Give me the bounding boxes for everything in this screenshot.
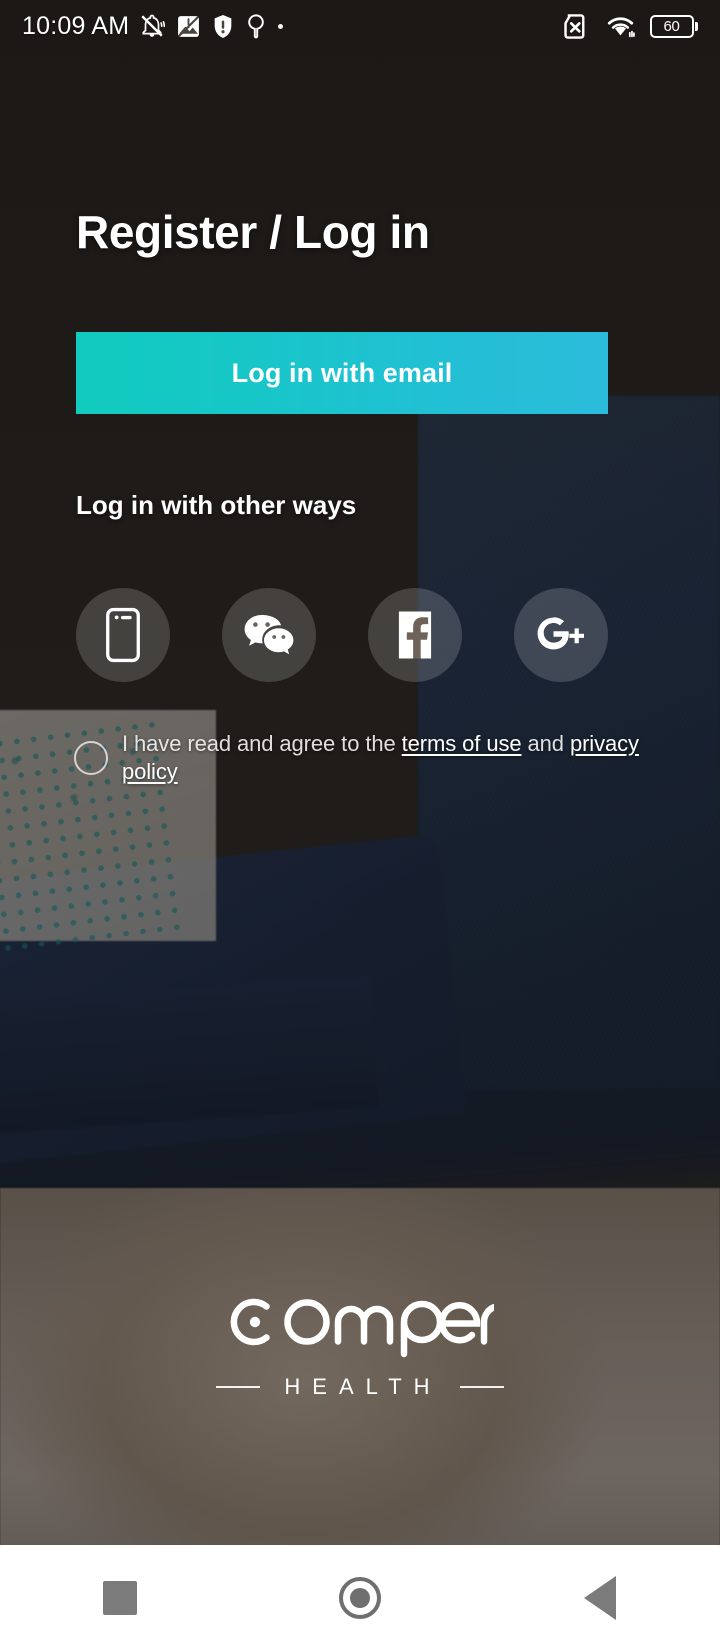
google-plus-icon [537,617,584,650]
login-screen: 10:09 AM 60 Register / Log in Log in wit… [0,0,720,1650]
terms-of-use-link[interactable]: terms of use [402,731,522,756]
facebook-icon [398,611,432,659]
sim-x-icon [563,13,584,39]
login-with-google-button[interactable] [514,588,608,682]
back-triangle-icon [584,1575,616,1620]
status-bar-clock: 10:09 AM [22,11,130,40]
login-with-email-label: Log in with email [231,357,453,388]
main-content: Register / Log in Log in with email Log … [0,0,720,1650]
page-title: Register / Log in [76,206,430,258]
battery-level-text: 60 [663,17,680,35]
other-login-heading: Log in with other ways [76,490,357,520]
brand-logo: HEALTH [0,1286,720,1400]
status-bar-left-icons [139,13,284,39]
brand-tagline-row: HEALTH [216,1374,504,1400]
recents-button[interactable] [60,1545,180,1650]
brand-rule-left [216,1386,261,1388]
brand-tagline: HEALTH [284,1374,442,1399]
status-bar-right-icons: 60 [560,13,698,40]
consent-text: I have read and agree to the terms of us… [122,730,674,785]
login-with-facebook-button[interactable] [368,588,462,682]
home-circle-icon [339,1576,381,1619]
location-pin-icon [248,14,265,39]
phone-icon [106,607,140,663]
back-button[interactable] [540,1545,660,1650]
home-button[interactable] [300,1545,420,1650]
shield-exclamation-icon [214,14,232,38]
consent-text-between: and [521,731,570,756]
login-with-wechat-button[interactable] [222,588,316,682]
social-login-row [76,588,608,682]
consent-text-before: I have read and agree to the [122,731,402,756]
consent-checkbox[interactable] [74,740,108,775]
login-with-email-button[interactable]: Log in with email [76,332,608,414]
brand-rule-right [459,1386,504,1388]
android-navigation-bar [0,1545,720,1650]
mute-bell-icon [141,14,166,37]
battery-icon: 60 [649,14,698,38]
status-bar: 10:09 AM 60 [0,0,720,52]
comper-wordmark-icon [230,1298,494,1358]
broken-image-icon [178,15,200,37]
wechat-icon [244,615,294,655]
login-with-phone-button[interactable] [76,588,170,682]
consent-row: I have read and agree to the terms of us… [74,730,674,785]
recents-square-icon [103,1580,137,1615]
dot-icon [278,23,284,29]
wifi-icon [607,17,635,38]
